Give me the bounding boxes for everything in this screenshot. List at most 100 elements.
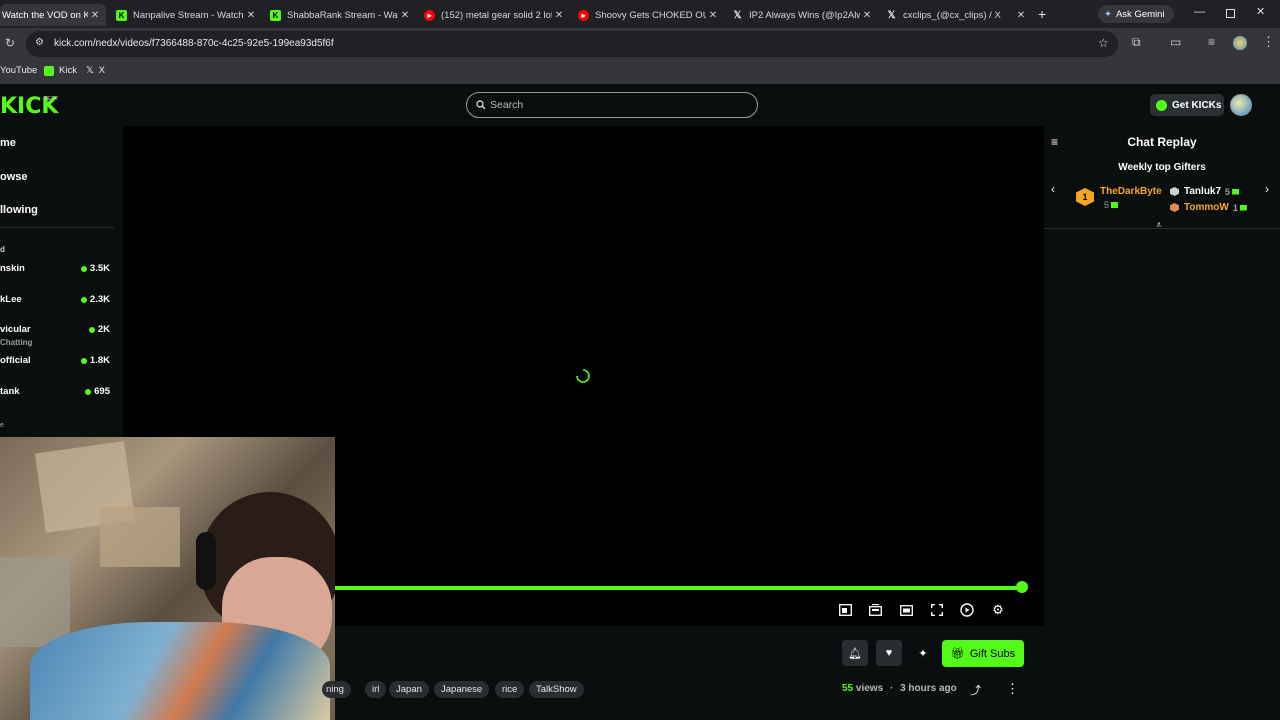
tab-title: Shoovy Gets CHOKED OUT I bbox=[595, 9, 706, 21]
expand-gifters-icon[interactable]: ⩡ bbox=[1156, 220, 1162, 231]
gift-subs-button[interactable]: 🎁︎ Gift Subs bbox=[942, 640, 1024, 667]
viewer-count: 2K bbox=[97, 324, 110, 335]
x-icon: 𝕏 bbox=[86, 65, 94, 76]
live-dot-icon bbox=[80, 357, 87, 364]
chat-panel: ≡ Chat Replay Weekly top Gifters ‹ › 1 T… bbox=[1044, 126, 1280, 720]
x-icon: 𝕏 bbox=[887, 9, 896, 21]
chevron-left-icon[interactable]: ‹ bbox=[1051, 182, 1055, 196]
browser-tab-bar: Watch the VOD on Ki ✕ K Nanpalive Stream… bbox=[0, 0, 1280, 28]
stream-tag[interactable]: rice bbox=[495, 681, 525, 698]
gifter-name: Tanluk7 bbox=[1184, 186, 1222, 197]
chat-title: Chat Replay bbox=[1127, 135, 1197, 149]
more-options-icon[interactable]: ⋮ bbox=[1006, 681, 1019, 697]
close-icon[interactable]: ✕ bbox=[706, 10, 720, 21]
theater-mode-icon[interactable] bbox=[898, 602, 914, 618]
sidebar-channel[interactable]: tank 695 bbox=[0, 386, 114, 412]
share-icon[interactable]: ⤴ bbox=[970, 682, 981, 698]
site-info-icon[interactable]: ⚙ bbox=[35, 37, 44, 48]
browser-tab[interactable]: 𝕏 IP2 Always Wins (@Ip2Alwa ✕ bbox=[724, 4, 878, 26]
gifter-count: 5 bbox=[1104, 200, 1119, 210]
kick-icon: K bbox=[116, 9, 127, 21]
stream-tag[interactable]: Japanese bbox=[434, 681, 490, 698]
live-dot-icon bbox=[80, 265, 87, 272]
restore-button[interactable] bbox=[1226, 9, 1235, 18]
x-icon: 𝕏 bbox=[733, 9, 742, 21]
youtube-icon: ▸ bbox=[424, 9, 435, 21]
gifter-name[interactable]: TheDarkByte bbox=[1100, 186, 1162, 197]
gift-subs-label: Gift Subs bbox=[969, 647, 1016, 660]
search-placeholder: Search bbox=[490, 99, 524, 111]
bookmark-label: X bbox=[98, 65, 105, 76]
pip-icon[interactable] bbox=[837, 602, 853, 618]
stream-tag[interactable]: irl bbox=[365, 681, 387, 698]
bookmark-youtube[interactable]: YouTube bbox=[0, 65, 37, 76]
close-icon[interactable]: ✕ bbox=[552, 10, 566, 21]
bookmark-x[interactable]: 𝕏 X bbox=[86, 65, 105, 76]
sidebar-channel[interactable]: kLee 2.3K bbox=[0, 294, 114, 320]
reload-icon[interactable]: ↻ bbox=[5, 36, 15, 50]
show-more-link[interactable]: e bbox=[0, 422, 4, 429]
close-icon[interactable]: ✕ bbox=[398, 10, 412, 21]
follow-heart-button[interactable]: ♥ bbox=[876, 640, 902, 666]
search-icon bbox=[476, 100, 486, 110]
nav-home[interactable]: me bbox=[0, 137, 16, 149]
channel-name: vicular bbox=[0, 324, 31, 335]
gem-icon bbox=[1239, 204, 1247, 211]
browser-tab[interactable]: K Nanpalive Stream - Watch Li ✕ bbox=[108, 4, 262, 26]
get-kicks-button[interactable]: Get KICKs bbox=[1150, 94, 1224, 116]
browser-tab[interactable]: K ShabbaRank Stream - Watch ✕ bbox=[262, 4, 416, 26]
stream-tag[interactable]: ning bbox=[322, 681, 351, 698]
browser-tab[interactable]: Watch the VOD on Ki ✕ bbox=[0, 4, 106, 26]
gifters-title: Weekly top Gifters bbox=[1118, 162, 1206, 173]
ask-gemini-button[interactable]: ✦ Ask Gemini bbox=[1098, 5, 1174, 23]
rank-3-badge-icon bbox=[1170, 203, 1179, 212]
loading-spinner-icon bbox=[576, 369, 590, 383]
chevron-right-icon[interactable]: › bbox=[1265, 182, 1269, 196]
views-label: views bbox=[855, 683, 884, 694]
cardboard-box bbox=[100, 507, 180, 567]
browser-tab[interactable]: ▸ Shoovy Gets CHOKED OUT I ✕ bbox=[570, 4, 724, 26]
media-icon[interactable]: ≡ bbox=[1208, 35, 1215, 49]
stream-tag[interactable]: Japan bbox=[389, 681, 429, 698]
kick-site: KICK BETA Search Get KICKs me owse llowi… bbox=[0, 84, 1280, 720]
viewer-count: 695 bbox=[94, 386, 110, 397]
nav-browse[interactable]: owse bbox=[0, 171, 28, 183]
menu-icon[interactable]: ⋮ bbox=[1262, 34, 1275, 50]
clip-icon[interactable] bbox=[867, 602, 883, 618]
minimize-button[interactable]: — bbox=[1194, 6, 1205, 18]
profile-avatar[interactable] bbox=[1233, 36, 1247, 50]
new-tab-button[interactable]: + bbox=[1038, 6, 1046, 22]
channel-category: Chatting bbox=[0, 338, 33, 347]
sidebar-channel[interactable]: nskin 3.5K bbox=[0, 263, 114, 289]
rank-badge: 1 bbox=[1076, 188, 1094, 206]
gifter-entry[interactable]: TommoW 1 bbox=[1170, 202, 1247, 213]
fullscreen-icon[interactable] bbox=[929, 602, 945, 618]
playback-speed-icon[interactable] bbox=[959, 602, 975, 618]
stream-tag[interactable]: TalkShow bbox=[529, 681, 584, 698]
sidebar-channel[interactable]: official 1.8K bbox=[0, 355, 114, 381]
viewer-count: 2.3K bbox=[89, 294, 110, 305]
address-bar[interactable]: ⚙ kick.com/nedx/videos/f7366488-870c-4c2… bbox=[26, 31, 1118, 57]
sidebar-channel[interactable]: vicular Chatting 2K bbox=[0, 324, 114, 350]
close-icon[interactable]: ✕ bbox=[88, 10, 102, 21]
extensions-icon[interactable]: ⧉ bbox=[1132, 35, 1141, 50]
gifter-entry[interactable]: Tanluk7 5 bbox=[1170, 186, 1240, 197]
sparkle-button[interactable]: ✦ bbox=[910, 640, 936, 666]
close-icon[interactable]: ✕ bbox=[1014, 10, 1028, 21]
close-icon[interactable]: ✕ bbox=[244, 10, 258, 21]
nav-following[interactable]: llowing bbox=[0, 204, 38, 216]
close-window-button[interactable]: ✕ bbox=[1256, 5, 1265, 18]
bookmark-kick[interactable]: Kick bbox=[44, 65, 77, 76]
browser-tab[interactable]: ▸ (152) metal gear solid 2 lofi g ✕ bbox=[416, 4, 570, 26]
sidepanel-icon[interactable]: ▭ bbox=[1170, 35, 1181, 49]
gifter-name: TommoW bbox=[1184, 202, 1229, 213]
close-icon[interactable]: ✕ bbox=[860, 10, 874, 21]
star-icon[interactable]: ☆ bbox=[1098, 36, 1109, 50]
browser-tab[interactable]: 𝕏 cxclips_(@cx_clips) / X ✕ bbox=[878, 4, 1032, 26]
notification-bell-button[interactable]: 🔔︎ bbox=[842, 640, 868, 666]
search-input[interactable]: Search bbox=[466, 92, 758, 118]
settings-gear-icon[interactable]: ⚙ bbox=[990, 602, 1006, 618]
user-avatar[interactable] bbox=[1230, 94, 1252, 116]
gifter-entry[interactable]: 1 bbox=[1076, 188, 1100, 206]
progress-handle[interactable] bbox=[1016, 581, 1028, 593]
